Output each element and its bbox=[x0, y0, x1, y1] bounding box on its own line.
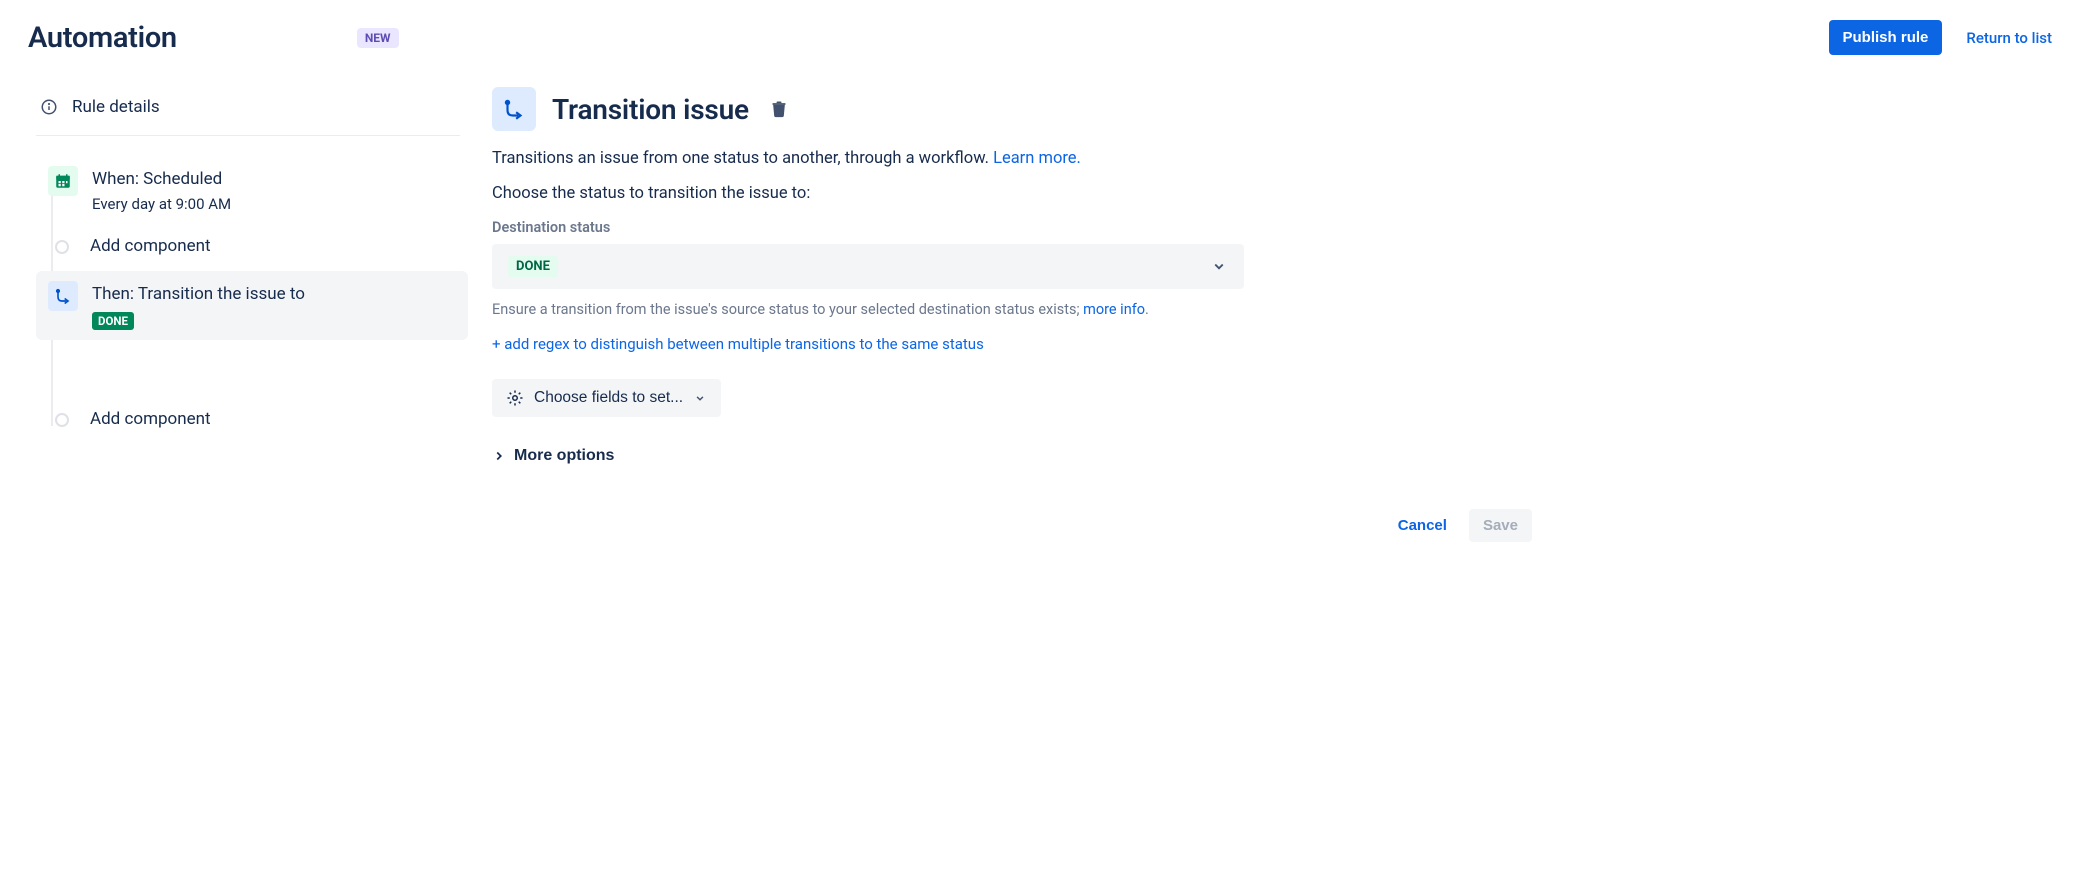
calendar-icon bbox=[48, 166, 78, 196]
choose-fields-label: Choose fields to set... bbox=[534, 389, 683, 407]
step-trigger-title: When: Scheduled bbox=[92, 168, 231, 191]
more-options-toggle[interactable]: More options bbox=[492, 443, 614, 469]
page-title: Automation bbox=[28, 21, 177, 55]
save-button[interactable]: Save bbox=[1469, 509, 1532, 542]
add-component-1-label: Add component bbox=[90, 235, 211, 258]
destination-status-select[interactable]: DONE bbox=[492, 244, 1244, 289]
step-trigger[interactable]: When: Scheduled Every day at 9:00 AM bbox=[36, 156, 468, 223]
cancel-button[interactable]: Cancel bbox=[1384, 509, 1461, 542]
panel-description-text: Transitions an issue from one status to … bbox=[492, 149, 993, 168]
status-lozenge-done: DONE bbox=[92, 312, 134, 330]
destination-status-value: DONE bbox=[508, 256, 558, 277]
chevron-down-icon bbox=[1210, 257, 1228, 275]
circle-icon bbox=[48, 233, 76, 261]
learn-more-link[interactable]: Learn more. bbox=[993, 149, 1081, 168]
trash-icon bbox=[769, 99, 789, 119]
delete-button[interactable] bbox=[765, 95, 793, 123]
transition-icon bbox=[492, 87, 536, 131]
more-info-link[interactable]: more info bbox=[1083, 301, 1145, 318]
add-regex-link[interactable]: + add regex to distinguish between multi… bbox=[492, 335, 984, 353]
rule-details-label: Rule details bbox=[72, 97, 160, 117]
info-icon bbox=[40, 98, 58, 116]
new-badge: NEW bbox=[357, 28, 399, 48]
step-action[interactable]: Then: Transition the issue to DONE bbox=[36, 271, 468, 340]
destination-status-label: Destination status bbox=[492, 219, 1532, 236]
rule-details-link[interactable]: Rule details bbox=[28, 87, 468, 135]
helper-period: . bbox=[1145, 301, 1149, 318]
chevron-right-icon bbox=[492, 449, 506, 463]
transition-icon bbox=[48, 281, 78, 311]
gear-icon bbox=[506, 389, 524, 407]
panel-title: Transition issue bbox=[552, 93, 749, 126]
panel-description: Transitions an issue from one status to … bbox=[492, 147, 1532, 172]
choose-fields-button[interactable]: Choose fields to set... bbox=[492, 379, 721, 417]
circle-icon bbox=[48, 406, 76, 434]
add-component-2-label: Add component bbox=[90, 408, 211, 431]
divider bbox=[36, 135, 460, 136]
publish-rule-button[interactable]: Publish rule bbox=[1829, 20, 1943, 55]
more-options-label: More options bbox=[514, 447, 614, 465]
helper-text-body: Ensure a transition from the issue's sou… bbox=[492, 301, 1083, 318]
step-action-title: Then: Transition the issue to bbox=[92, 283, 305, 306]
add-component-2[interactable]: Add component bbox=[36, 396, 468, 444]
choose-status-label: Choose the status to transition the issu… bbox=[492, 184, 1532, 203]
return-to-list-link[interactable]: Return to list bbox=[1966, 29, 2052, 47]
helper-text: Ensure a transition from the issue's sou… bbox=[492, 299, 1532, 321]
add-component-1[interactable]: Add component bbox=[36, 223, 468, 271]
step-trigger-sub: Every day at 9:00 AM bbox=[92, 195, 231, 213]
chevron-down-icon bbox=[693, 391, 707, 405]
